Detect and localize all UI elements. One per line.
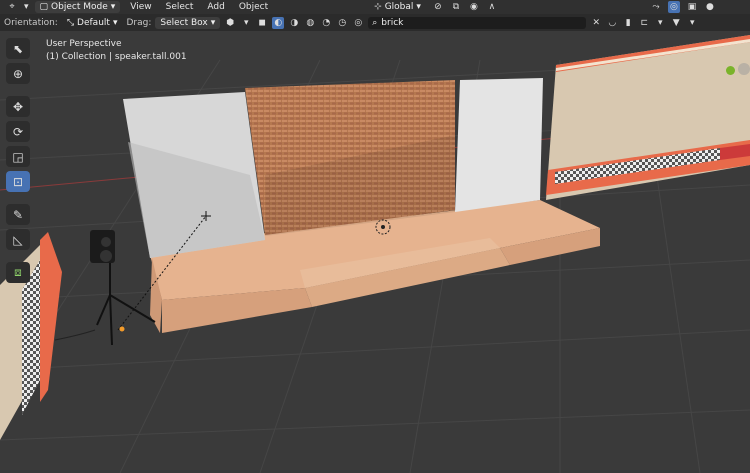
chevron-down-icon: ▾ <box>210 17 216 28</box>
overlay-icon[interactable]: ◎ <box>667 1 680 13</box>
filter-light-icon[interactable]: ◑ <box>288 17 300 29</box>
select-box-tool[interactable]: ⬉ <box>6 38 30 59</box>
orientation-label: Orientation: <box>4 17 58 28</box>
measure-tool[interactable]: ◺ <box>6 229 30 250</box>
menu-add[interactable]: Add <box>203 2 228 12</box>
tool-separator <box>6 254 32 258</box>
search-input[interactable]: ⌕ brick <box>368 16 587 29</box>
menu-view[interactable]: View <box>126 2 155 12</box>
drag-dropdown[interactable]: Select Box ▾ <box>155 16 221 29</box>
drag-label: Drag: <box>126 17 152 28</box>
filter-icon[interactable]: ▼ <box>670 17 682 29</box>
pencil-icon: ✎ <box>12 207 24 222</box>
filter-camera-icon[interactable]: ◐ <box>272 16 285 29</box>
proportional-edit-icon[interactable]: ◉ <box>468 1 480 13</box>
chevron-down-icon[interactable]: ▾ <box>654 17 666 29</box>
orientation-value: Default <box>77 17 110 28</box>
pivot-icon[interactable]: ⊘ <box>432 1 444 13</box>
chevron-down-icon: ▾ <box>416 2 421 12</box>
ruler-icon: ◺ <box>13 232 23 247</box>
header-bar: ⌖ ▾ ▢ Object Mode ▾ View Select Add Obje… <box>0 0 750 14</box>
add-cube-tool[interactable]: ⧈ <box>6 262 30 283</box>
transform-orientation-dropdown[interactable]: ⊹ Global ▾ <box>369 1 426 13</box>
object-mode-icon: ▢ <box>39 2 49 12</box>
mode-label: Object Mode <box>51 2 108 12</box>
rotate-tool[interactable]: ⟳ <box>6 121 30 142</box>
tool-shelf: ⬉ ⊕ ✥ ⟳ ◲ ⊡ ✎ ◺ ⧈ <box>6 38 32 283</box>
scale-icon: ◲ <box>12 149 24 164</box>
menu-select[interactable]: Select <box>162 2 198 12</box>
drag-value: Select Box <box>160 17 208 28</box>
menu-object[interactable]: Object <box>235 2 272 12</box>
annotate-tool[interactable]: ✎ <box>6 204 30 225</box>
match-case-icon[interactable]: ◡ <box>606 17 618 29</box>
cube-add-icon: ⧈ <box>14 265 22 279</box>
filter-curve-icon[interactable]: ◔ <box>320 17 332 29</box>
perspective-label: User Perspective <box>46 39 122 49</box>
clear-search-icon[interactable]: ✕ <box>590 17 602 29</box>
gizmo-y-axis-icon[interactable] <box>726 66 735 75</box>
chevron-down-icon[interactable]: ▾ <box>686 17 698 29</box>
right-wall <box>546 35 750 200</box>
cursor-tool[interactable]: ⊕ <box>6 63 30 84</box>
speaker-object <box>90 230 156 346</box>
rotate-icon: ⟳ <box>12 124 24 139</box>
filter-mesh-icon[interactable]: ◼ <box>256 17 268 29</box>
chevron-down-icon: ▾ <box>112 17 118 28</box>
tool-separator <box>6 88 32 92</box>
orientation-axes-icon: ⊹ <box>374 2 382 12</box>
move-tool[interactable]: ✥ <box>6 96 30 117</box>
orientation-dropdown[interactable]: ⤡ Default ▾ <box>61 16 123 29</box>
collection-label: (1) Collection | speaker.tall.001 <box>46 52 187 62</box>
shading-icon[interactable]: ● <box>704 1 716 13</box>
crosshair-icon: ⊕ <box>12 66 24 81</box>
transform-orientation-label: Global <box>384 2 414 12</box>
bookmark-icon[interactable]: ▮ <box>622 17 634 29</box>
gizmo-visibility-icon[interactable]: ⤳ <box>650 1 662 13</box>
right-white-panel <box>455 78 543 212</box>
transform-tool[interactable]: ⊡ <box>6 171 30 192</box>
gizmo-x-negative-icon[interactable] <box>738 63 750 75</box>
transform-icon: ⊡ <box>12 174 24 189</box>
chevron-down-icon[interactable]: ▾ <box>240 17 252 29</box>
chevron-down-icon: ▾ <box>110 2 116 12</box>
filter-world-icon[interactable]: ◍ <box>304 17 316 29</box>
filter-empty-icon[interactable]: ◎ <box>352 17 364 29</box>
mode-dropdown[interactable]: ▢ Object Mode ▾ <box>34 1 121 13</box>
3d-viewport[interactable]: User Perspective (1) Collection | speake… <box>0 31 750 473</box>
move-arrows-icon: ✥ <box>12 99 24 114</box>
falloff-icon[interactable]: ∧ <box>486 1 498 13</box>
search-icon: ⌕ <box>372 17 378 28</box>
xray-icon[interactable]: ▣ <box>686 1 698 13</box>
tool-separator <box>6 196 32 200</box>
object-types-icon[interactable]: ⬢ <box>224 17 236 29</box>
search-value: brick <box>381 17 404 28</box>
hierarchy-icon[interactable]: ⊏ <box>638 17 650 29</box>
cursor-arrow-icon: ⬉ <box>12 41 24 56</box>
scene-render <box>0 35 750 473</box>
snap-icon[interactable]: ⧉ <box>450 1 462 13</box>
tool-settings-bar: Orientation: ⤡ Default ▾ Drag: Select Bo… <box>0 14 750 31</box>
editor-type-chevron-icon[interactable]: ▾ <box>24 2 29 12</box>
scale-tool[interactable]: ◲ <box>6 146 30 167</box>
editor-type-icon[interactable]: ⌖ <box>6 1 18 13</box>
orientation-icon: ⤡ <box>66 17 75 28</box>
filter-scene-icon[interactable]: ◷ <box>336 17 348 29</box>
viewport-info: User Perspective (1) Collection | speake… <box>46 38 187 64</box>
